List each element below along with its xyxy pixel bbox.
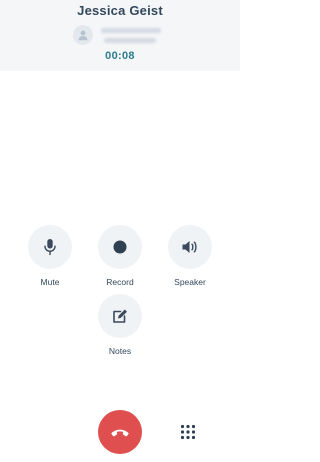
speaker-label: Speaker	[174, 277, 206, 287]
call-timer: 00:08	[105, 50, 135, 62]
notes-button[interactable]	[98, 294, 142, 338]
keypad-button[interactable]	[176, 422, 200, 442]
person-icon	[78, 30, 88, 41]
record-dot-icon	[113, 240, 127, 254]
record-control[interactable]: Record	[85, 225, 155, 287]
edit-note-icon	[113, 309, 127, 323]
mute-label: Mute	[40, 277, 60, 287]
call-header: Jessica Geist 00:08	[0, 0, 240, 71]
notes-label: Notes	[108, 346, 132, 356]
speaker-icon	[182, 241, 197, 253]
hang-up-phone-icon	[111, 429, 129, 437]
speaker-control[interactable]: Speaker	[155, 225, 225, 287]
speaker-button[interactable]	[168, 225, 212, 269]
avatar	[73, 25, 93, 45]
record-label: Record	[106, 277, 134, 287]
mute-control[interactable]: Mute	[15, 225, 85, 287]
caller-name: Jessica Geist	[77, 3, 163, 18]
mute-button[interactable]	[28, 225, 72, 269]
record-button[interactable]	[98, 225, 142, 269]
keypad-grid-icon	[180, 424, 196, 440]
end-call-button[interactable]	[98, 410, 142, 454]
notes-control[interactable]: Notes	[85, 294, 155, 356]
microphone-icon	[44, 239, 56, 256]
redacted-contact-info-line1	[101, 28, 161, 33]
redacted-contact-info-line2	[104, 38, 156, 43]
